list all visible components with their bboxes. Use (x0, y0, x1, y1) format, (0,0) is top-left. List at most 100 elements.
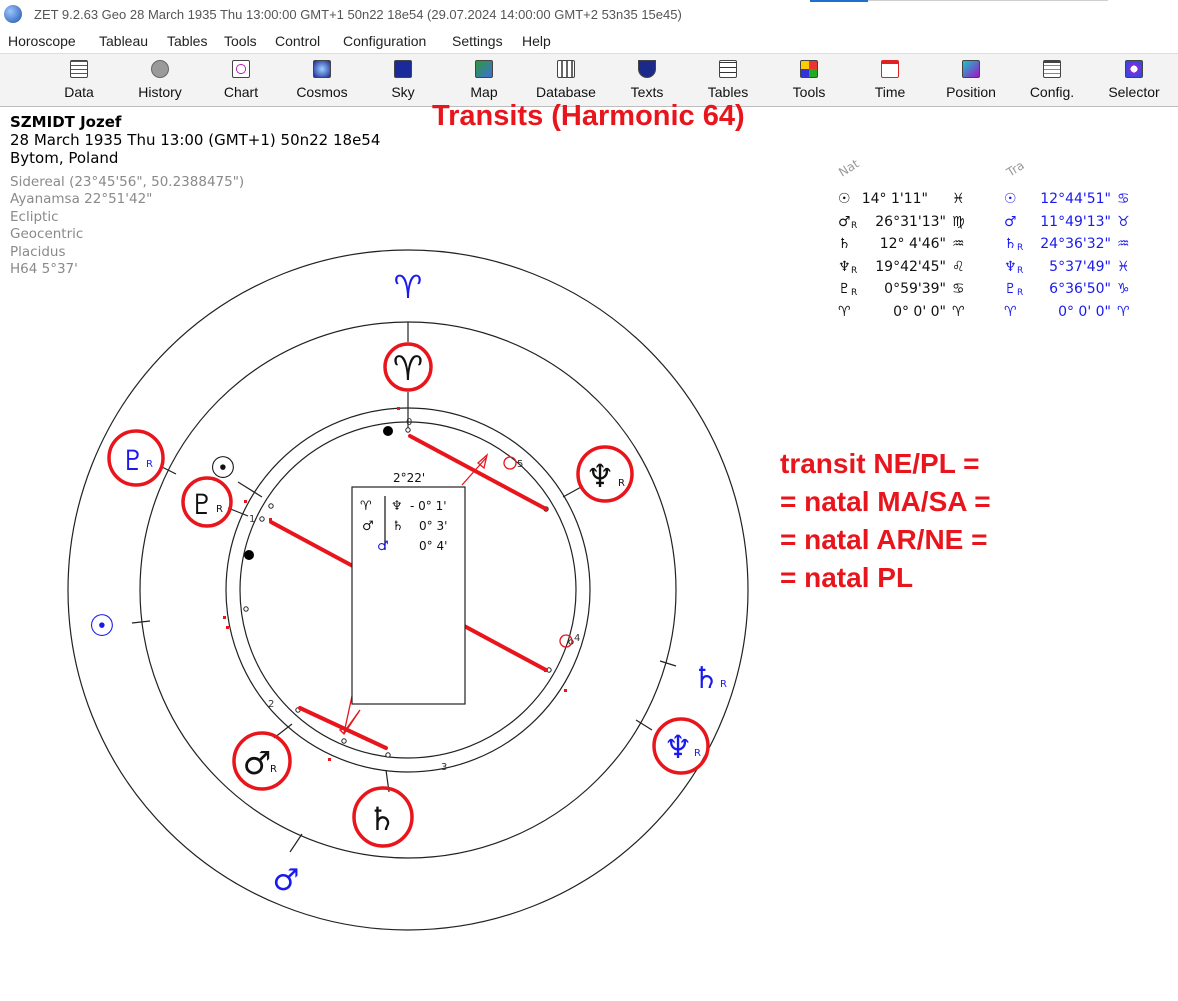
natal-saturn-glyph: ♄ (368, 800, 397, 838)
ring-marker (268, 503, 274, 509)
ascendant-dot (383, 426, 393, 436)
ring-marker (405, 427, 411, 433)
tra-row-retro: R (1017, 288, 1023, 298)
outer-saturn-tick (659, 660, 677, 667)
tra-row-pos: 11°49'13" (1040, 214, 1111, 230)
midpoint-row-b: ♆ (391, 499, 403, 514)
annotation-line: = natal MA/SA = (780, 486, 991, 517)
outer-sun-tick (131, 620, 151, 624)
midpoint-annotation: transit NE/PL = = natal MA/SA = = natal … (780, 445, 991, 597)
midpoint-row-b: ♂ (377, 539, 389, 554)
arrow-shaft (461, 457, 487, 486)
house-number: 0 (406, 417, 412, 428)
natal-aries-glyph: ♈ (393, 349, 423, 389)
natal-mars-glyph: ♂ (243, 744, 272, 782)
ring-marker (385, 752, 391, 758)
nat-row-glyph: ♂ (838, 214, 851, 230)
nat-row-glyph: ♇ (838, 281, 851, 297)
house-number: 4 (574, 633, 580, 644)
nat-row-pos: 12° 4'46" (880, 236, 946, 252)
nat-row-retro: R (851, 288, 857, 298)
midpoint-row-a: ♈ (360, 499, 372, 514)
nat-row-glyph: ♄ (838, 236, 851, 252)
midpoint-box: 2°22' ♈ ♆ - 0° 1' ♂ ♄ 0° 3' ♂ 0° 4' (351, 471, 466, 705)
annotation-line: = natal PL (780, 562, 914, 593)
tra-row-pos: 12°44'51" (1040, 191, 1111, 207)
natal-mars-retro: R (270, 764, 277, 775)
positions-table: Nat Tra ☉ 14° 1'11" ♓ ♂ R 26°31'13" ♍ ♄ … (836, 156, 1130, 320)
tra-row-sign: ♋ (1117, 191, 1130, 207)
tra-row-sign: ♒ (1117, 236, 1130, 252)
tra-row-sign: ♑ (1117, 281, 1130, 297)
tra-row-sign: ♉ (1117, 214, 1130, 230)
nat-row-pos: 14° 1'11" (862, 191, 928, 207)
house-number: 2 (268, 699, 274, 710)
inner-sun-tick (237, 481, 263, 498)
nat-row-sign: ♓ (952, 191, 965, 207)
midpoint-row-value: 0° 4' (419, 539, 447, 553)
nat-column-header: Nat (836, 156, 862, 179)
natal-neptune-retro: R (618, 478, 625, 489)
nat-row-pos: 0° 0' 0" (893, 304, 946, 320)
nat-rows: ☉ 14° 1'11" ♓ ♂ R 26°31'13" ♍ ♄ 12° 4'46… (838, 191, 965, 320)
tra-rows: ☉ 12°44'51" ♋ ♂ 11°49'13" ♉ ♄ R 24°36'32… (1004, 191, 1130, 320)
nat-row-sign: ♒ (952, 236, 965, 252)
tra-row-pos: 24°36'32" (1040, 236, 1111, 252)
tra-row-pos: 5°37'49" (1049, 259, 1111, 275)
nat-row-glyph: ☉ (838, 191, 851, 207)
transit-neptune-glyph: ♆ (664, 728, 693, 766)
nat-row-pos: 0°59'39" (884, 281, 946, 297)
transit-neptune-retro: R (694, 748, 701, 759)
ring-marker (341, 738, 347, 744)
transit-mars-glyph: ♂ (273, 863, 300, 898)
midpoint-row-value: - 0° 1' (410, 499, 447, 513)
nat-row-retro: R (851, 221, 857, 231)
nat-row-sign: ♌ (952, 259, 965, 275)
midpoint-row-b: ♄ (392, 519, 404, 534)
transit-saturn-glyph: ♄ (693, 661, 720, 696)
tra-row-retro: R (1017, 266, 1023, 276)
outer-mars-tick (289, 833, 303, 853)
hit-circle (503, 456, 517, 470)
transit-sun-glyph: ☉ (89, 609, 116, 644)
annotation-line: transit NE/PL = (780, 448, 980, 479)
nat-row-glyph: ♈ (838, 304, 851, 320)
red-mark (244, 500, 247, 503)
transit-pluto-retro: R (146, 459, 153, 470)
tra-row-glyph: ♆ (1004, 259, 1017, 275)
transit-aries-glyph: ♈ (394, 268, 423, 306)
natal-neptune-glyph: ♆ (586, 457, 615, 495)
natal-pluto-retro: R (216, 504, 223, 515)
node-dot (244, 550, 254, 560)
transit-pluto-glyph: ♇ (120, 444, 145, 477)
midpoint-row-a: ♂ (362, 519, 374, 534)
tra-row-pos: 0° 0' 0" (1058, 304, 1111, 320)
annotation-line: = natal AR/NE = (780, 524, 988, 555)
red-mark (328, 758, 331, 761)
nat-row-sign: ♋ (952, 281, 965, 297)
tra-row-glyph: ♂ (1004, 214, 1017, 230)
nat-row-glyph: ♆ (838, 259, 851, 275)
natal-pluto-glyph: ♇ (189, 488, 214, 521)
tra-row-glyph: ♈ (1004, 304, 1017, 320)
nat-row-sign: ♍ (952, 214, 965, 230)
house-number: 3 (441, 762, 447, 773)
nat-row-pos: 19°42'45" (875, 259, 946, 275)
outer-neptune-tick (635, 719, 653, 731)
midpoint-row-value: 0° 3' (419, 519, 447, 533)
chart-canvas: Nat Tra ☉ 14° 1'11" ♓ ♂ R 26°31'13" ♍ ♄ … (67, 156, 1130, 931)
ring-marker (243, 606, 249, 612)
tra-column-header: Tra (1003, 158, 1026, 180)
nat-row-sign: ♈ (952, 304, 965, 320)
red-mark (226, 626, 229, 629)
nat-row-retro: R (851, 266, 857, 276)
tra-row-retro: R (1017, 243, 1023, 253)
tra-row-glyph: ☉ (1004, 191, 1017, 207)
red-mark (223, 616, 226, 619)
red-mark (564, 689, 567, 692)
tra-row-sign: ♓ (1117, 259, 1130, 275)
nat-row-pos: 26°31'13" (875, 214, 946, 230)
transit-saturn-retro: R (720, 679, 727, 690)
tra-row-sign: ♈ (1117, 304, 1130, 320)
tra-row-pos: 6°36'50" (1049, 281, 1111, 297)
